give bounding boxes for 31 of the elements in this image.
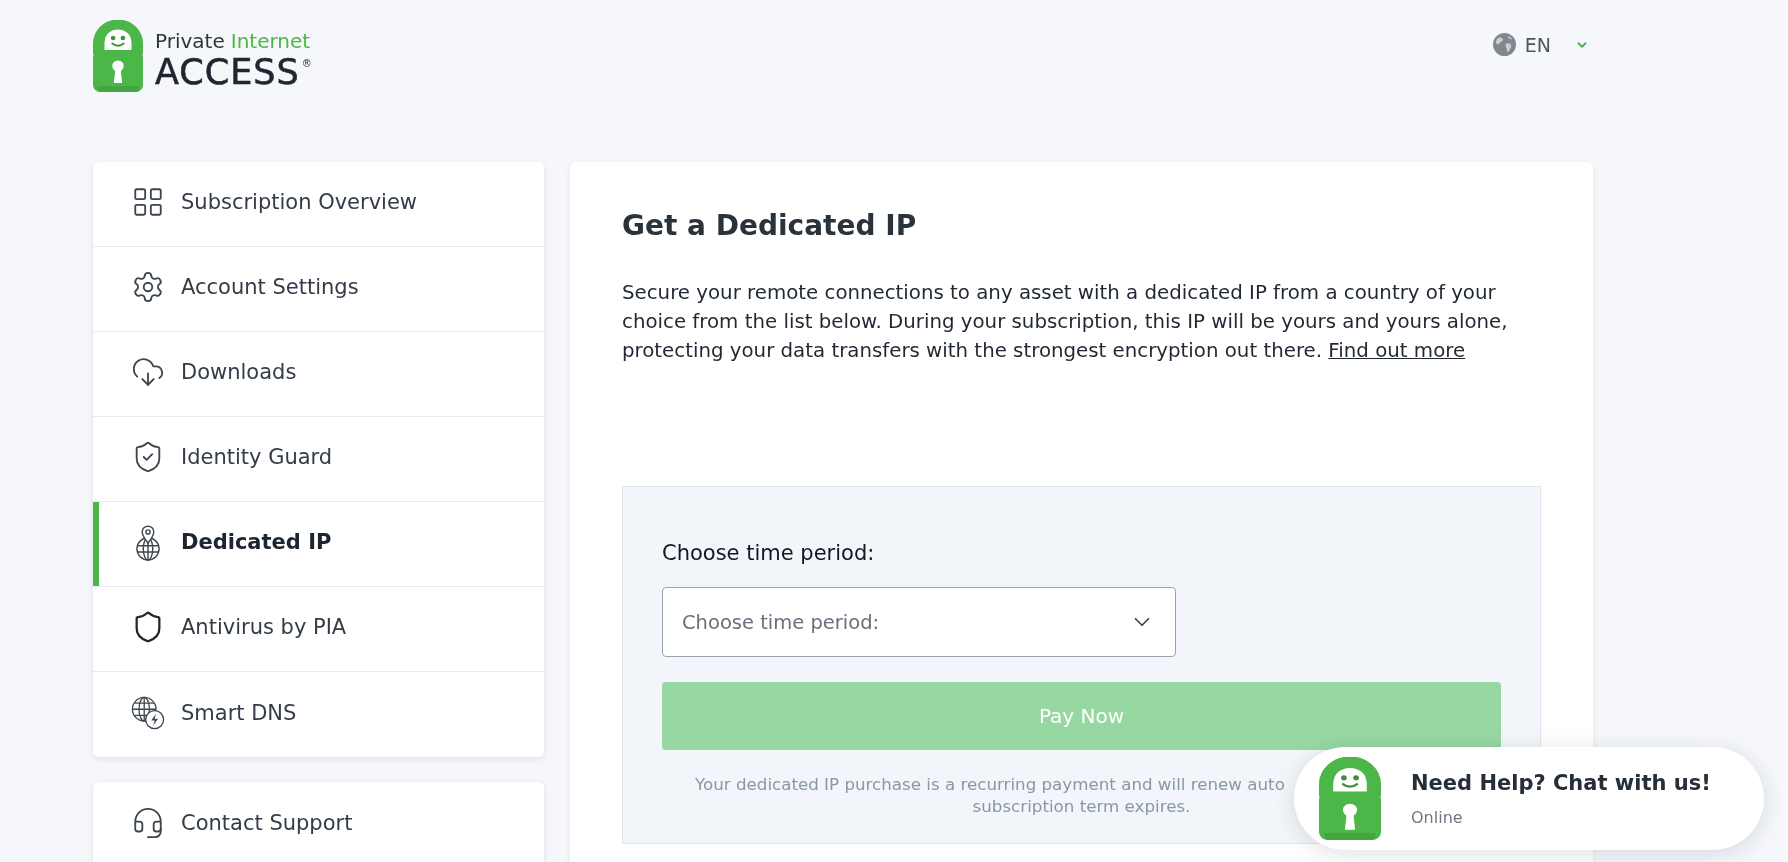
sidebar-item[interactable]: Antivirus by PIA [93,587,544,672]
headset-icon [131,805,165,840]
logo-text: ACCESS [155,53,300,91]
payment-note-text: Your dedicated IP purchase is a recurring payment and will renew auto [695,773,1285,795]
cloud-download-icon [131,355,165,389]
settings-icon [131,270,165,304]
chat-widget[interactable]: Need Help? Chat with us! Online [1294,747,1764,850]
chat-title: Need Help? Chat with us! [1411,769,1711,796]
globe-icon [1492,33,1516,56]
page-title: Get a Dedicated IP [622,208,918,244]
registered-mark: ® [301,59,312,69]
sidebar-item[interactable]: Account Settings [93,247,544,332]
logo-lock-icon [93,20,143,92]
sidebar-item[interactable]: Downloads [93,332,544,417]
time-period-label: Choose time period: [662,541,875,565]
logo-text: Private [155,29,225,53]
sidebar-item[interactable]: Identity Guard [93,417,544,502]
payment-note-text: subscription term expires. [972,795,1191,817]
grid-icon [131,185,165,219]
globe-bolt-icon [131,695,165,730]
sidebar-item[interactable]: Contact Support [93,782,544,862]
description-text: Secure your remote connections to any asset with a dedicated IP from a country of your choice from the list below. During your subscription, this IP will be yours and yours alone, protecting your data transfers with the strongest encryption out there. Find out more [622,280,1509,364]
find-out-more-link[interactable]: Find out more [1328,339,1466,362]
logo-text: Internet [230,29,311,53]
sidebar-item[interactable]: Dedicated IP [93,502,544,587]
sidebar-item[interactable]: Subscription Overview [93,162,544,247]
language-selector[interactable]: EN [1492,33,1589,56]
sidebar-item[interactable]: Smart DNS [93,672,544,757]
time-period-select[interactable]: Choose time period: [662,587,1176,657]
chat-status: Online [1411,807,1463,828]
chat-lock-icon [1319,757,1381,840]
